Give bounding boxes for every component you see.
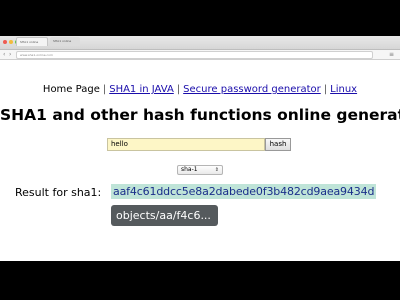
browser-tab-bar: SHA1 online SHA1 online	[0, 36, 400, 50]
url-field[interactable]: www.sha1-online.com	[16, 51, 373, 59]
algorithm-select[interactable]: sha-1 ⇕	[177, 165, 223, 175]
top-navigation: Home Page | SHA1 in JAVA | Secure password g…	[0, 84, 400, 95]
hash-button[interactable]: hash	[265, 138, 291, 151]
text-to-hash-input[interactable]: hello	[107, 138, 265, 151]
path-tooltip: objects/aa/f4c6...	[111, 205, 218, 226]
minimize-window-icon[interactable]	[9, 40, 13, 44]
link-linux[interactable]: Linux	[330, 84, 357, 95]
algorithm-select-value: sha-1	[181, 166, 198, 173]
chevron-updown-icon: ⇕	[214, 167, 219, 173]
browser-tab[interactable]: SHA1 online	[50, 37, 80, 46]
browser-tab-active[interactable]: SHA1 online	[16, 37, 48, 46]
result-hash-value[interactable]: aaf4c61ddcc5e8a2dabede0f3b482cd9aea9434d	[111, 184, 377, 199]
nav-separator: |	[323, 84, 328, 95]
page-title: SHA1 and other hash functions online gen…	[0, 106, 400, 124]
nav-separator: |	[102, 84, 107, 95]
result-label: Result for sha1:	[15, 186, 102, 199]
forward-icon[interactable]: ›	[9, 51, 11, 58]
link-secure-password-generator[interactable]: Secure password generator	[183, 84, 321, 95]
hash-form: hello hash	[107, 138, 291, 151]
home-page-text: Home Page	[42, 84, 100, 95]
menu-icon[interactable]: ≡	[389, 51, 394, 58]
back-icon[interactable]: ‹	[3, 51, 5, 58]
browser-viewport: SHA1 online SHA1 online ‹ › www.sha1-onl…	[0, 36, 400, 261]
close-window-icon[interactable]	[3, 40, 7, 44]
nav-separator: |	[176, 84, 181, 95]
address-bar: ‹ › www.sha1-online.com ≡	[0, 50, 400, 60]
link-sha1-in-java[interactable]: SHA1 in JAVA	[109, 84, 174, 95]
